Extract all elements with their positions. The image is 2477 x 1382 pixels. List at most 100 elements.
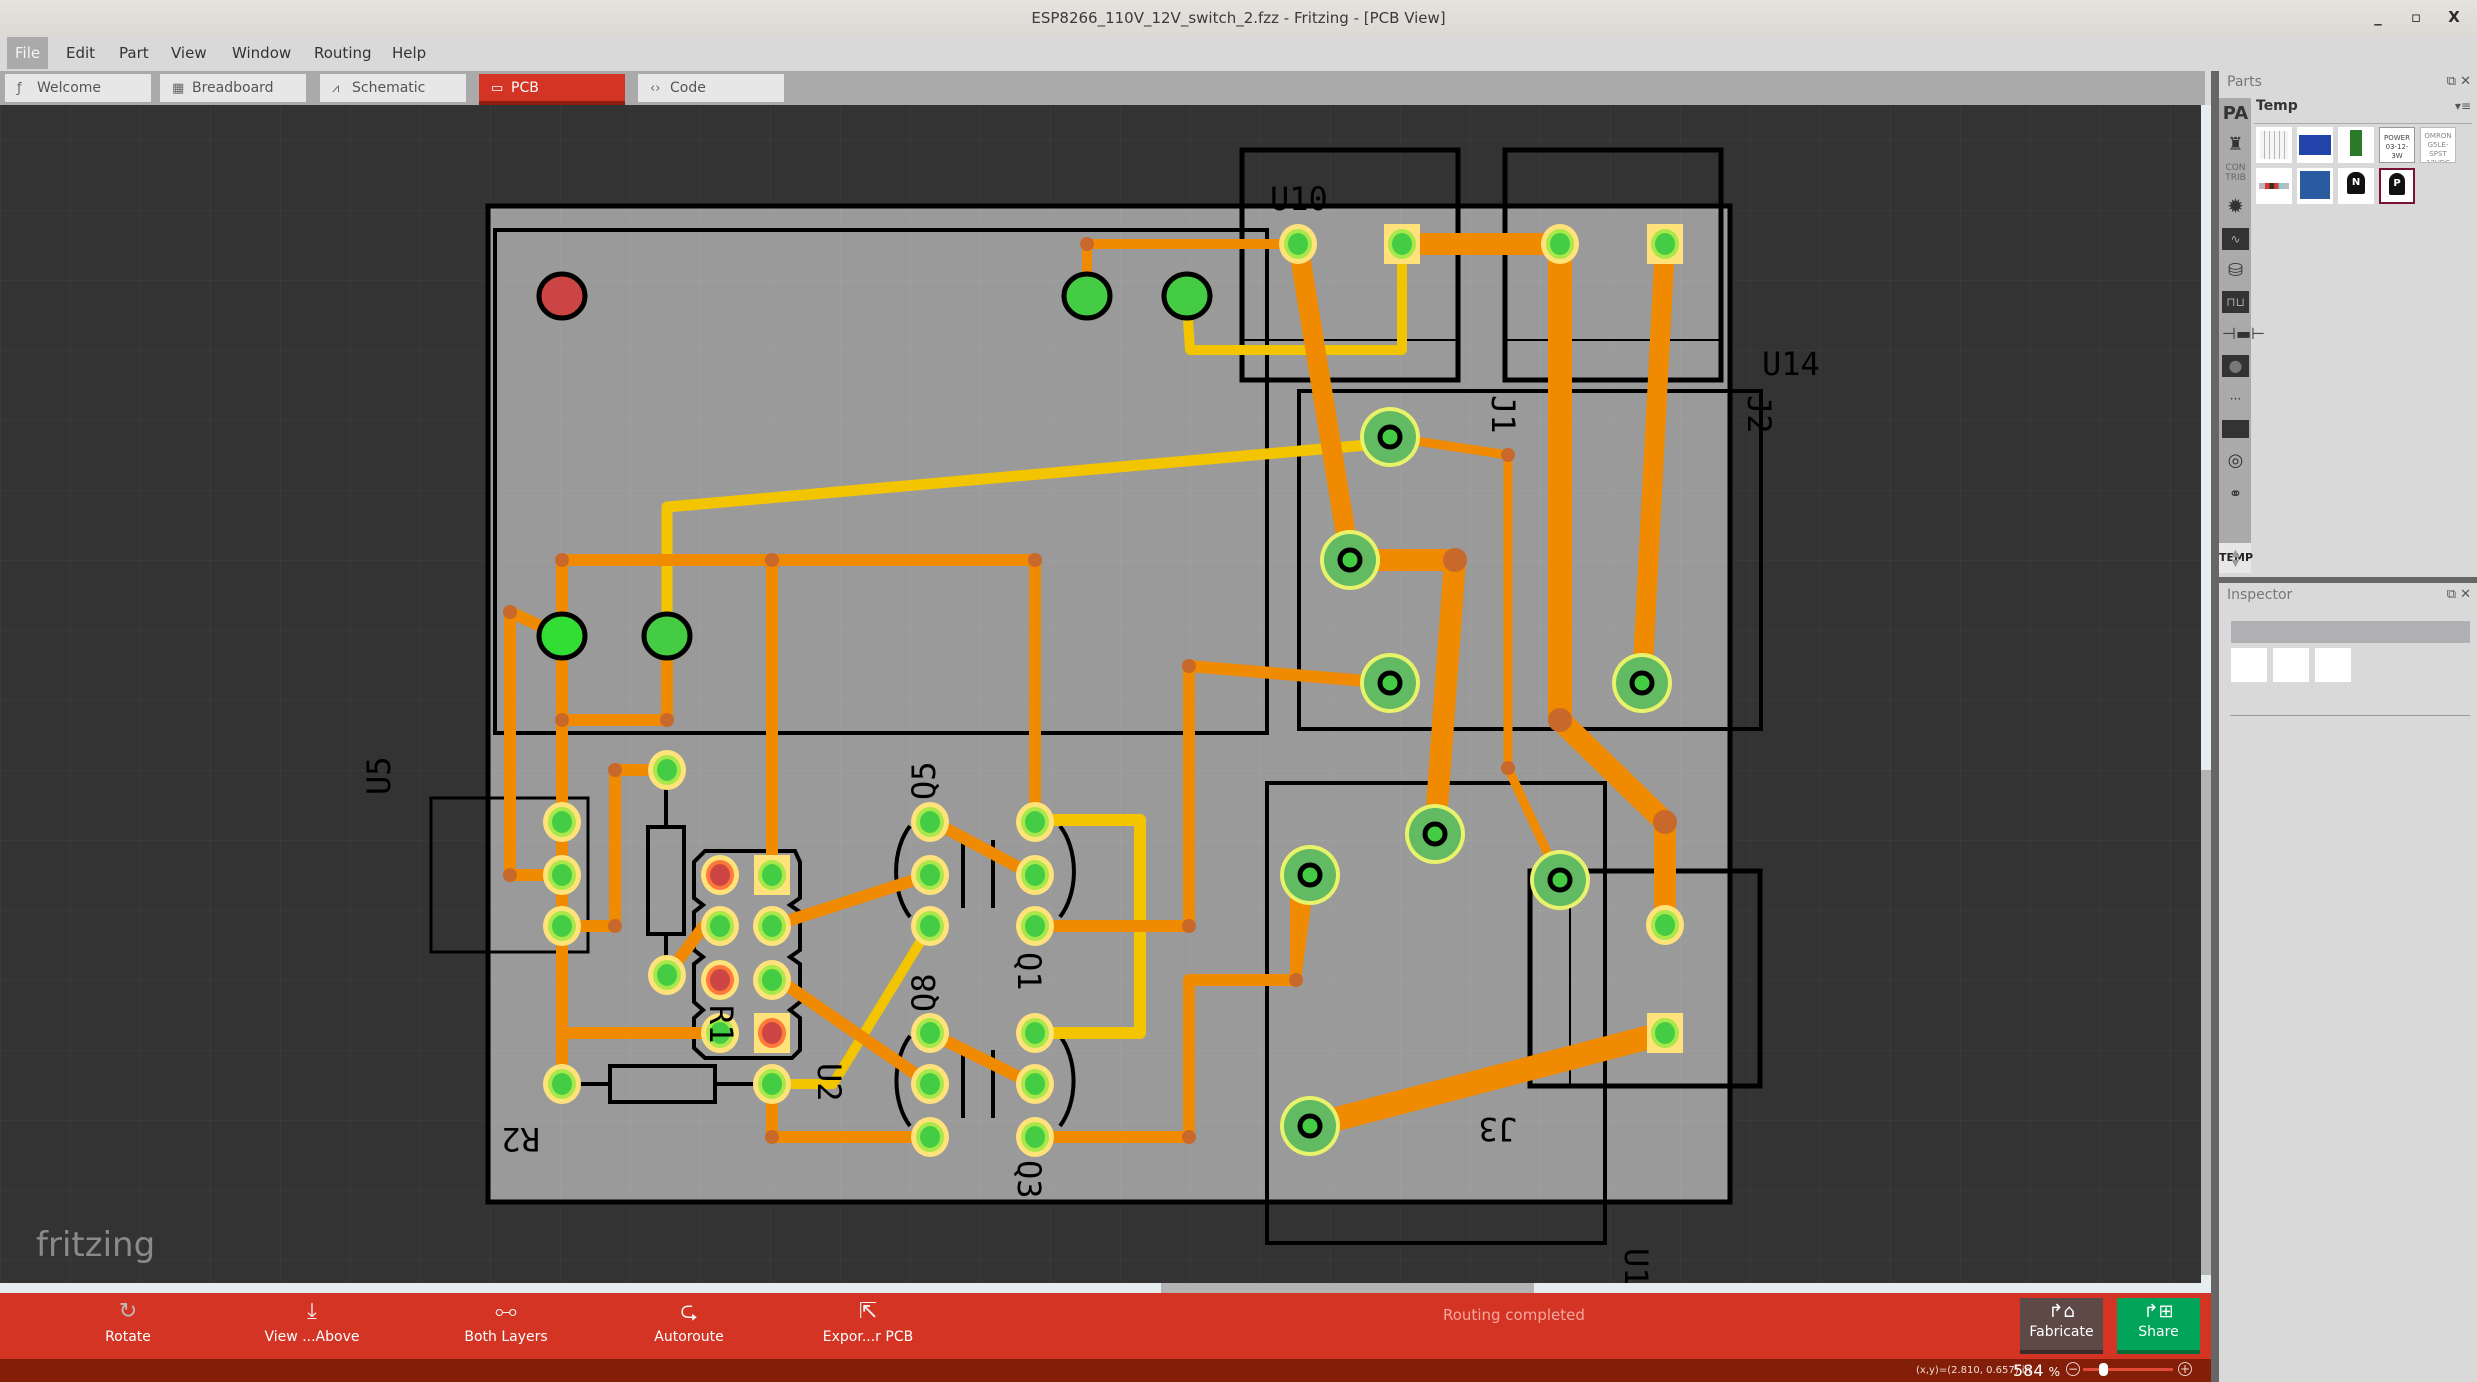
breadboard-icon: ▦ bbox=[172, 81, 185, 96]
square-pad bbox=[754, 1013, 790, 1053]
bin-divider bbox=[2254, 123, 2472, 124]
horizontal-scroll-thumb[interactable] bbox=[1161, 1283, 1534, 1293]
share-button[interactable]: ↱⊞ Share bbox=[2117, 1298, 2200, 1354]
maximize-button[interactable]: ▫ bbox=[2407, 8, 2425, 26]
menu-help[interactable]: Help bbox=[384, 37, 434, 69]
label-u1: U1 bbox=[1617, 1248, 1655, 1283]
zoom-value: 584 bbox=[2013, 1361, 2044, 1380]
menu-routing[interactable]: Routing bbox=[306, 37, 380, 69]
round-pad bbox=[753, 960, 791, 1000]
menu-view[interactable]: View bbox=[163, 37, 215, 69]
both-layers-button[interactable]: ⧟ Both Layers bbox=[446, 1297, 566, 1355]
vertical-scrollbar[interactable] bbox=[2201, 105, 2211, 1283]
zoom-slider-knob[interactable] bbox=[2099, 1363, 2108, 1376]
autoroute-button[interactable]: ⮎ Autoroute bbox=[629, 1297, 749, 1355]
routing-status: Routing completed bbox=[1443, 1306, 1585, 1324]
bin-contrib-icon[interactable]: CON TRIB bbox=[2222, 163, 2249, 185]
bin-button-icon[interactable]: ● bbox=[2222, 355, 2249, 377]
view-from-above-button[interactable]: ⤓ View ...Above bbox=[252, 1297, 372, 1355]
view-from-above-label: View ...Above bbox=[264, 1329, 360, 1345]
bin-ic-square-icon[interactable]: ⊓⊔ bbox=[2222, 291, 2249, 313]
pad-red bbox=[536, 271, 588, 321]
bin-antenna-icon[interactable]: ◎ bbox=[2222, 450, 2249, 472]
bottom-toolbar: ↻ Rotate ⤓ View ...Above ⧟ Both Layers ⮎… bbox=[0, 1293, 2211, 1359]
part-voltage-regulator[interactable] bbox=[2338, 127, 2374, 163]
horizontal-scrollbar[interactable] bbox=[0, 1283, 2211, 1293]
bin-diode-icon[interactable]: ⊣▬⊢ bbox=[2222, 323, 2265, 345]
zoom-out-icon[interactable]: − bbox=[2066, 1362, 2080, 1376]
menu-file[interactable]: File bbox=[7, 37, 49, 69]
view-tabs: ƒ Welcome ▦ Breadboard ⩘ Schematic ▭ PCB ‹› C… bbox=[0, 71, 2205, 105]
part-esp8266-module[interactable] bbox=[2297, 127, 2333, 163]
part-pnp-transistor[interactable]: P bbox=[2379, 168, 2415, 204]
rotate-icon: ↻ bbox=[118, 1299, 138, 1324]
pad-green bbox=[1061, 271, 1113, 321]
round-pad bbox=[543, 855, 581, 895]
round-pad bbox=[911, 1064, 949, 1104]
round-pad bbox=[648, 750, 686, 790]
panel-splitter[interactable] bbox=[2211, 71, 2219, 1382]
factory-icon: ↱⌂ bbox=[2048, 1301, 2075, 1322]
terminal-pad bbox=[1320, 530, 1380, 590]
share-label: Share bbox=[2138, 1324, 2179, 1340]
rotate-button[interactable]: ↻ Rotate bbox=[68, 1297, 188, 1355]
close-button[interactable]: X bbox=[2445, 8, 2463, 26]
terminal-pad bbox=[1280, 1096, 1340, 1156]
round-pad bbox=[1541, 224, 1579, 264]
label-q5: Q5 bbox=[905, 761, 943, 800]
menu-window[interactable]: Window bbox=[224, 37, 299, 69]
bin-scroll-arrows-icon[interactable]: ▲ ▼ bbox=[2222, 549, 2249, 571]
part-screw-terminal[interactable] bbox=[2297, 168, 2333, 204]
minimize-button[interactable]: _ bbox=[2369, 8, 2387, 26]
bin-more-icon[interactable]: ··· bbox=[2222, 388, 2249, 410]
round-pad bbox=[1016, 1117, 1054, 1157]
part-omron-relay[interactable]: OMRON G5LE-SPST 12VDC bbox=[2420, 127, 2456, 163]
bin-connector-icon[interactable]: ⛁ bbox=[2222, 260, 2249, 282]
bin-menu-icon[interactable]: ▾≡ bbox=[2455, 99, 2471, 113]
share-grid-icon: ↱⊞ bbox=[2143, 1301, 2174, 1322]
part-npn-transistor[interactable]: N bbox=[2338, 168, 2374, 204]
parts-bin-strip: PA ♜ CON TRIB ✹ ∿ ⛁ ⊓⊔ ⊣▬⊢ ● ··· ◎ ⚭ TEMP bbox=[2219, 98, 2265, 573]
inspector-close-icon[interactable]: ⧉ ✕ bbox=[2447, 587, 2471, 602]
tab-breadboard[interactable]: ▦ Breadboard bbox=[160, 74, 306, 102]
inspector-title: Inspector bbox=[2227, 587, 2293, 603]
menu-part[interactable]: Part bbox=[111, 37, 157, 69]
label-j2: J2 bbox=[1740, 395, 1778, 434]
menu-edit[interactable]: Edit bbox=[58, 37, 103, 69]
terminal-pad bbox=[1360, 407, 1420, 467]
schematic-icon: ⩘ bbox=[332, 81, 340, 96]
tab-welcome[interactable]: ƒ Welcome bbox=[5, 74, 151, 102]
round-pad bbox=[1016, 802, 1054, 842]
part-resistor[interactable] bbox=[2256, 168, 2292, 204]
label-q1: Q1 bbox=[1010, 952, 1048, 991]
round-pad bbox=[911, 855, 949, 895]
parts-panel-close-icon[interactable]: ⧉ ✕ bbox=[2447, 74, 2471, 89]
vertical-scroll-thumb[interactable] bbox=[2201, 770, 2211, 1275]
fritzing-f-icon: ƒ bbox=[17, 81, 22, 96]
bin-core-icon[interactable]: ♜ bbox=[2222, 134, 2249, 156]
export-pcb-button[interactable]: ⇱ Expor...r PCB bbox=[808, 1297, 928, 1355]
fabricate-label: Fabricate bbox=[2029, 1324, 2094, 1340]
pcb-canvas[interactable]: U10 U14 J1 J2 J3 U5 R1 R2 Q1 Q3 Q5 Q8 U2… bbox=[0, 105, 2201, 1283]
bin-sensor-icon[interactable]: ⚭ bbox=[2222, 483, 2249, 505]
bin-ic-sine-icon[interactable]: ∿ bbox=[2222, 228, 2249, 250]
zoom-slider[interactable] bbox=[2083, 1363, 2173, 1376]
fabricate-button[interactable]: ↱⌂ Fabricate bbox=[2020, 1298, 2103, 1354]
autoroute-label: Autoroute bbox=[654, 1329, 724, 1345]
bin-gear-icon[interactable]: ✹ bbox=[2222, 195, 2249, 217]
part-power-module[interactable]: POWER 03-12-3W bbox=[2379, 127, 2415, 163]
label-u10: U10 bbox=[1270, 180, 1328, 218]
autoroute-icon: ⮎ bbox=[680, 1299, 698, 1324]
inspector-panel: Inspector ⧉ ✕ bbox=[2219, 583, 2477, 783]
label-q3: Q3 bbox=[1010, 1160, 1048, 1199]
pcb-drawing[interactable]: U10 U14 J1 J2 J3 U5 R1 R2 Q1 Q3 Q5 Q8 U2… bbox=[0, 105, 2201, 1283]
tab-code[interactable]: ‹› Code bbox=[638, 74, 784, 102]
bin-chip-icon[interactable] bbox=[2222, 420, 2249, 438]
zoom-in-icon[interactable]: + bbox=[2178, 1362, 2192, 1376]
title-bar: ESP8266_110V_12V_switch_2.fzz - Fritzing… bbox=[0, 0, 2477, 38]
tab-schematic[interactable]: ⩘ Schematic bbox=[320, 74, 466, 102]
part-breadboard[interactable] bbox=[2256, 127, 2292, 163]
bin-pa-icon[interactable]: PA bbox=[2222, 103, 2249, 125]
window-title: ESP8266_110V_12V_switch_2.fzz - Fritzing… bbox=[1031, 9, 1446, 27]
tab-pcb[interactable]: ▭ PCB bbox=[479, 74, 625, 105]
